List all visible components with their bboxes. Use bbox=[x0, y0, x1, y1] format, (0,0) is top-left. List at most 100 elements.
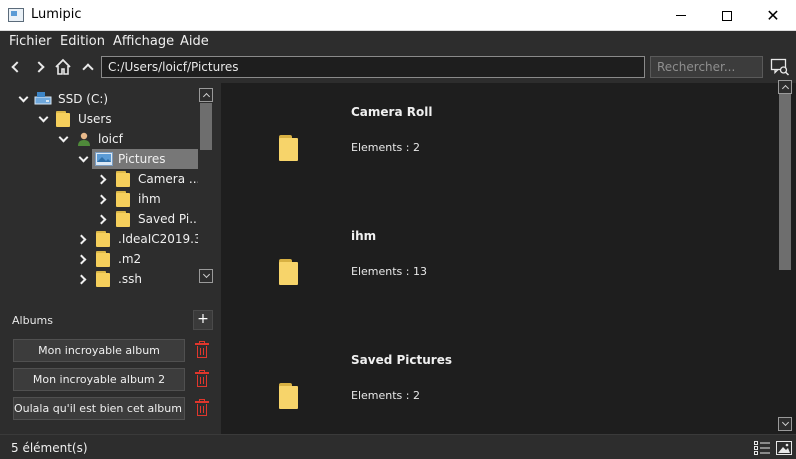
tree-item-label: Camera ... bbox=[138, 172, 198, 186]
menu-fichier[interactable]: Fichier bbox=[9, 34, 52, 49]
folder-icon bbox=[116, 191, 130, 207]
folder-card-count: Elements : 2 bbox=[351, 389, 420, 402]
expand-arrow-icon[interactable] bbox=[76, 252, 90, 266]
minimize-button[interactable] bbox=[658, 0, 704, 31]
menu-bar: Fichier Edition Affichage Aide bbox=[0, 31, 796, 53]
image-view-icon[interactable] bbox=[776, 441, 792, 455]
albums-label: Albums bbox=[12, 314, 53, 327]
status-bar: 5 élément(s) bbox=[0, 434, 796, 459]
expand-arrow-icon[interactable] bbox=[96, 192, 110, 206]
expand-arrow-icon[interactable] bbox=[36, 112, 50, 126]
delete-album-button[interactable] bbox=[195, 370, 209, 387]
item-count: 5 élément(s) bbox=[11, 441, 88, 455]
tree-item-users[interactable]: Users bbox=[0, 109, 198, 129]
trash-icon bbox=[197, 404, 207, 416]
trash-icon bbox=[197, 346, 207, 358]
tree-item-m2[interactable]: .m2 bbox=[0, 249, 198, 269]
tree-item-ssh[interactable]: .ssh bbox=[0, 269, 198, 287]
trash-icon bbox=[197, 375, 207, 387]
forward-button[interactable] bbox=[30, 57, 50, 77]
tree-item-label: loicf bbox=[98, 132, 123, 146]
tree-item-pictures[interactable]: Pictures bbox=[0, 149, 198, 169]
chevron-down-icon bbox=[781, 418, 789, 427]
app-icon bbox=[8, 8, 24, 22]
pictures-icon bbox=[95, 152, 113, 166]
tree-item-saved-pictures[interactable]: Saved Pi... bbox=[0, 209, 198, 229]
tree-item-ihm[interactable]: ihm bbox=[0, 189, 198, 209]
tree-item-camera-roll[interactable]: Camera ... bbox=[0, 169, 198, 189]
folder-content-area: Camera Roll Elements : 2 ihm Elements : … bbox=[221, 80, 796, 434]
tree-item-label: .IdeaIC2019.3 bbox=[118, 232, 198, 246]
tree-item-ssd[interactable]: SSD (C:) bbox=[0, 89, 198, 109]
minimize-icon bbox=[676, 15, 686, 16]
folder-icon bbox=[96, 271, 110, 287]
tree-item-label: .m2 bbox=[118, 252, 142, 266]
delete-album-button[interactable] bbox=[195, 341, 209, 358]
folder-icon bbox=[56, 111, 70, 127]
folder-card-count: Elements : 13 bbox=[351, 265, 427, 278]
tree-item-label: ihm bbox=[138, 192, 161, 206]
user-icon bbox=[78, 132, 90, 146]
menu-affichage[interactable]: Affichage bbox=[113, 34, 174, 49]
album-button[interactable]: Oulala qu'il est bien cet album ! bbox=[13, 397, 185, 420]
menu-edition[interactable]: Edition bbox=[60, 34, 105, 49]
tree-item-loicf[interactable]: loicf bbox=[0, 129, 198, 149]
chevron-down-icon bbox=[202, 270, 210, 279]
forward-icon bbox=[32, 61, 45, 73]
chevron-up-icon bbox=[202, 92, 210, 101]
window-title: Lumipic bbox=[31, 7, 82, 22]
folder-icon bbox=[96, 251, 110, 267]
expand-arrow-icon[interactable] bbox=[16, 92, 30, 106]
tree-item-label: Saved Pi... bbox=[138, 212, 198, 226]
up-button[interactable] bbox=[78, 57, 98, 77]
content-scroll-thumb[interactable] bbox=[779, 94, 791, 270]
folder-card-count: Elements : 2 bbox=[351, 141, 420, 154]
expand-arrow-icon[interactable] bbox=[76, 232, 90, 246]
tree-item-label: Users bbox=[78, 112, 112, 126]
folder-icon bbox=[116, 211, 130, 227]
tree-scrollbar[interactable] bbox=[199, 88, 213, 286]
tree-item-label: .ssh bbox=[118, 272, 142, 286]
home-button[interactable] bbox=[53, 57, 73, 77]
path-input[interactable] bbox=[101, 56, 645, 78]
album-button[interactable]: Mon incroyable album bbox=[13, 339, 185, 362]
toolbar bbox=[0, 53, 796, 83]
folder-icon bbox=[279, 135, 298, 161]
expand-arrow-icon[interactable] bbox=[96, 172, 110, 186]
tree-item-label: SSD (C:) bbox=[58, 92, 109, 106]
tree-item-label: Pictures bbox=[118, 152, 166, 166]
home-icon bbox=[55, 58, 71, 75]
left-panel: SSD (C:) Users loicf Pictures Camera ...… bbox=[0, 83, 221, 434]
list-view-icon[interactable] bbox=[754, 441, 770, 455]
expand-arrow-icon[interactable] bbox=[76, 152, 90, 166]
close-button[interactable]: ✕ bbox=[750, 0, 796, 31]
album-button[interactable]: Mon incroyable album 2 bbox=[13, 368, 185, 391]
drive-icon bbox=[34, 92, 52, 105]
scroll-up-button[interactable] bbox=[199, 88, 213, 102]
delete-album-button[interactable] bbox=[195, 399, 209, 416]
folder-card-title: Camera Roll bbox=[351, 105, 433, 119]
maximize-button[interactable] bbox=[704, 0, 750, 31]
title-bar: Lumipic ✕ bbox=[0, 0, 796, 31]
folder-icon bbox=[279, 259, 298, 285]
tree-scroll-thumb[interactable] bbox=[200, 103, 212, 150]
back-icon bbox=[10, 61, 23, 73]
expand-arrow-icon[interactable] bbox=[56, 132, 70, 146]
tree-item-ideaic[interactable]: .IdeaIC2019.3 bbox=[0, 229, 198, 249]
search-button[interactable] bbox=[770, 57, 790, 77]
content-scrollbar[interactable] bbox=[777, 80, 793, 434]
scroll-down-button[interactable] bbox=[778, 417, 792, 431]
scroll-down-button[interactable] bbox=[199, 269, 213, 283]
back-button[interactable] bbox=[5, 57, 25, 77]
folder-tree[interactable]: SSD (C:) Users loicf Pictures Camera ...… bbox=[0, 87, 198, 287]
menu-aide[interactable]: Aide bbox=[180, 34, 209, 49]
add-album-button[interactable]: + bbox=[193, 310, 213, 330]
expand-arrow-icon[interactable] bbox=[76, 272, 90, 286]
search-icon bbox=[770, 58, 790, 76]
close-icon: ✕ bbox=[766, 5, 780, 25]
folder-icon bbox=[279, 383, 298, 409]
expand-arrow-icon[interactable] bbox=[96, 212, 110, 226]
folder-icon bbox=[96, 231, 110, 247]
scroll-up-button[interactable] bbox=[778, 80, 792, 94]
search-input[interactable] bbox=[650, 56, 763, 78]
